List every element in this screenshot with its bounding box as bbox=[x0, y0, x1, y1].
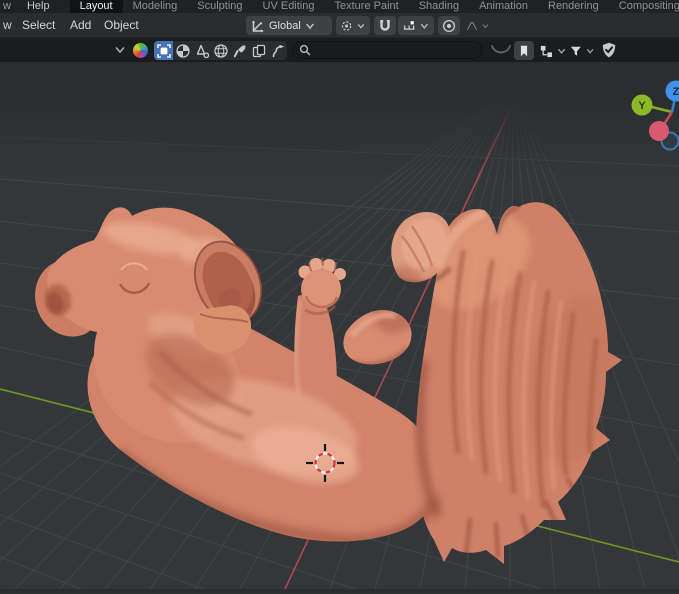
proportional-editing-button[interactable] bbox=[438, 16, 460, 35]
pivot-point-dropdown[interactable] bbox=[336, 16, 370, 35]
shield-button[interactable] bbox=[600, 41, 618, 59]
window-menu-clipped[interactable]: w bbox=[0, 0, 17, 13]
snap-toggle-button[interactable] bbox=[374, 16, 396, 35]
bookmark-button[interactable] bbox=[514, 41, 534, 60]
filter-funnel-icon bbox=[569, 43, 583, 59]
squirrel-eye bbox=[118, 261, 150, 293]
globe-icon bbox=[213, 43, 229, 59]
help-menu[interactable]: Help bbox=[17, 0, 60, 13]
tab-modeling[interactable]: Modeling bbox=[123, 0, 188, 13]
paintbrush-button[interactable] bbox=[230, 41, 249, 60]
cone-particle-button[interactable] bbox=[192, 41, 211, 60]
topbar: w Help Layout Modeling Sculpting UV Edit… bbox=[0, 0, 679, 13]
chevron-down-icon bbox=[114, 44, 126, 56]
tool-header bbox=[0, 38, 679, 62]
header-collapse-button[interactable] bbox=[114, 41, 126, 59]
tab-animation[interactable]: Animation bbox=[469, 0, 538, 13]
chevron-down-icon bbox=[419, 20, 430, 32]
select-menu[interactable]: Select bbox=[22, 18, 55, 32]
tab-texture-paint[interactable]: Texture Paint bbox=[325, 0, 409, 13]
arc-button[interactable] bbox=[489, 41, 513, 59]
horizon-fade bbox=[0, 62, 679, 177]
quarter-sphere-icon bbox=[175, 43, 191, 59]
display-mode-dropdown[interactable] bbox=[536, 41, 570, 60]
paintbrush-icon bbox=[232, 43, 248, 59]
tab-layout[interactable]: Layout bbox=[70, 0, 123, 13]
object-menu[interactable]: Object bbox=[104, 18, 139, 32]
cone-particle-icon bbox=[194, 43, 210, 59]
chevron-down-icon bbox=[304, 20, 316, 32]
transform-orientation-value: Global bbox=[269, 20, 301, 32]
viewport-3d[interactable]: Z Y bbox=[0, 62, 679, 589]
shield-check-icon bbox=[600, 41, 618, 59]
falloff-curve-icon bbox=[466, 18, 478, 34]
tab-shading[interactable]: Shading bbox=[409, 0, 469, 13]
orientation-axes-icon bbox=[250, 18, 266, 34]
zigzag-curve-icon bbox=[270, 43, 286, 59]
proportional-editing-icon bbox=[441, 18, 457, 34]
snap-increment-icon bbox=[402, 18, 416, 34]
magnifier-icon bbox=[299, 44, 311, 56]
tab-sculpting[interactable]: Sculpting bbox=[187, 0, 252, 13]
workspace-tabs: Layout Modeling Sculpting UV Editing Tex… bbox=[70, 0, 679, 13]
chevron-down-icon bbox=[481, 20, 490, 32]
gizmo-y-label: Y bbox=[638, 100, 646, 112]
gizmo-z-label: Z bbox=[673, 86, 679, 98]
search-input[interactable] bbox=[315, 44, 465, 56]
box-corners-button[interactable] bbox=[154, 41, 173, 60]
filter-dropdown[interactable] bbox=[566, 41, 598, 60]
tool-icon-group bbox=[154, 41, 287, 60]
quarter-sphere-button[interactable] bbox=[173, 41, 192, 60]
pages-icon bbox=[251, 43, 267, 59]
bookmark-icon bbox=[517, 43, 531, 59]
search-field[interactable] bbox=[292, 41, 483, 59]
view-menu-clipped[interactable]: w bbox=[3, 18, 12, 32]
tab-rendering[interactable]: Rendering bbox=[538, 0, 609, 13]
gizmo-x-ball[interactable] bbox=[649, 121, 669, 141]
tab-uv-editing[interactable]: UV Editing bbox=[253, 0, 325, 13]
chevron-down-icon bbox=[585, 45, 595, 57]
snap-magnet-icon bbox=[377, 18, 393, 34]
multicolor-sphere-icon bbox=[133, 43, 148, 58]
pages-button[interactable] bbox=[249, 41, 268, 60]
transform-orientation-dropdown[interactable]: Global bbox=[246, 16, 332, 35]
zigzag-curve-button[interactable] bbox=[268, 41, 287, 60]
viewport-header: w Select Add Object Global bbox=[0, 13, 679, 38]
arc-icon bbox=[489, 42, 513, 58]
tab-compositing[interactable]: Compositing bbox=[609, 0, 679, 13]
box-corners-icon bbox=[156, 43, 172, 59]
pivot-point-icon bbox=[340, 18, 353, 34]
falloff-dropdown[interactable] bbox=[462, 16, 494, 35]
chevron-down-icon bbox=[356, 20, 366, 32]
snap-to-dropdown[interactable] bbox=[398, 16, 434, 35]
display-mode-icon bbox=[539, 43, 554, 59]
globe-button[interactable] bbox=[211, 41, 230, 60]
viewport-canvas[interactable]: Z Y bbox=[0, 62, 679, 589]
add-menu[interactable]: Add bbox=[70, 18, 91, 32]
mode-selector[interactable] bbox=[133, 41, 148, 59]
